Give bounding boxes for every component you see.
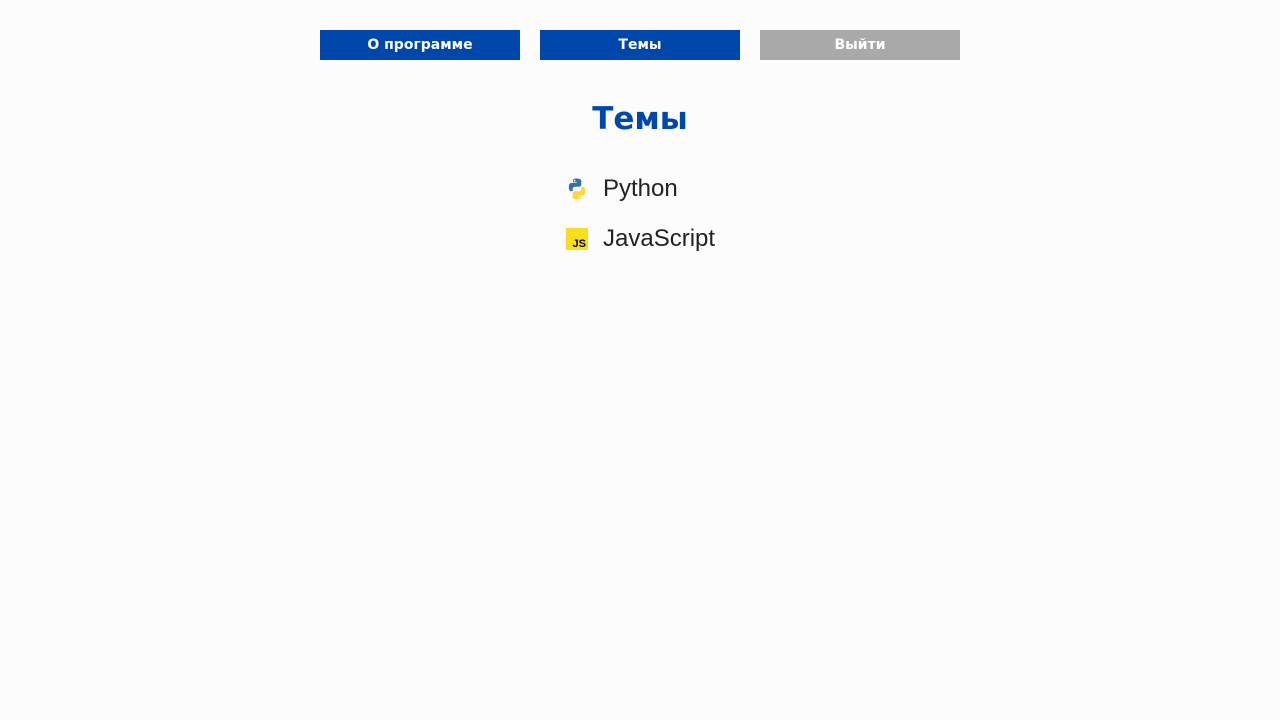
python-icon (564, 176, 590, 202)
topic-label: Python (603, 175, 678, 202)
javascript-logo-box: JS (566, 228, 588, 250)
exit-button[interactable]: Выйти (760, 30, 960, 60)
topic-item-javascript[interactable]: JS JavaScript (564, 220, 864, 258)
javascript-icon: JS (564, 226, 590, 252)
javascript-logo-text: JS (572, 238, 586, 250)
topic-label: JavaScript (603, 225, 716, 252)
topics-list: Python JS JavaScript (564, 170, 864, 270)
topic-item-python[interactable]: Python (564, 170, 864, 208)
about-button[interactable]: О программе (320, 30, 520, 60)
topics-button[interactable]: Темы (540, 30, 740, 60)
page-title: Темы (592, 101, 688, 137)
top-nav: О программе Темы Выйти (320, 30, 960, 60)
